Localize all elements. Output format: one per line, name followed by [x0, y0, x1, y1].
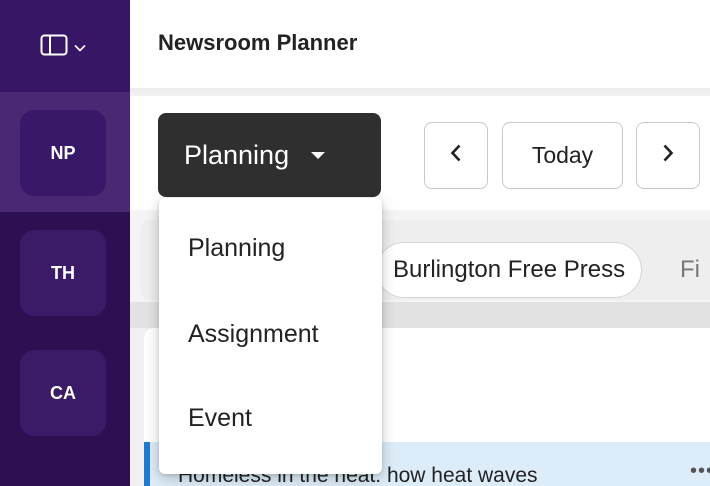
menu-item-assignment[interactable]: Assignment — [159, 292, 382, 376]
app-title: Newsroom Planner — [158, 30, 358, 55]
menu-item-label: Planning — [188, 233, 286, 262]
workspace-initials: TH — [51, 262, 75, 283]
workspace-tile-np[interactable]: NP — [20, 110, 106, 196]
workspace-tile-th[interactable]: TH — [20, 230, 106, 316]
app-window: NP TH CA Newsroom Planner Planning Today… — [0, 0, 710, 486]
next-button[interactable] — [636, 122, 700, 189]
more-horizontal-icon[interactable]: ••• — [690, 460, 710, 483]
menu-item-planning[interactable]: Planning — [159, 206, 382, 290]
workspace-rail: NP TH CA — [0, 0, 130, 486]
today-button[interactable]: Today — [502, 122, 623, 189]
caret-down-icon — [311, 151, 326, 159]
workspace-tile-ca[interactable]: CA — [20, 350, 106, 436]
menu-item-label: Event — [188, 403, 252, 432]
source-filter-chip[interactable]: Burlington Free Press — [376, 242, 643, 298]
app-header: Newsroom Planner — [130, 0, 710, 92]
chevron-right-icon — [662, 143, 674, 168]
planner-toolbar: Planning Today — [130, 96, 710, 210]
sidebar-toggle-button[interactable] — [40, 34, 86, 61]
chevron-left-icon — [450, 143, 462, 168]
workspace-initials: CA — [50, 382, 76, 403]
today-label: Today — [531, 142, 594, 168]
menu-item-label: Assignment — [188, 319, 319, 348]
chevron-down-icon — [74, 39, 86, 57]
menu-item-event[interactable]: Event — [159, 376, 382, 460]
type-selector-button[interactable]: Planning — [158, 113, 381, 197]
sidebar-panel-icon — [40, 34, 68, 61]
previous-button[interactable] — [424, 122, 488, 189]
filter-label: Fi — [680, 256, 700, 283]
workspace-initials: NP — [50, 142, 76, 163]
rail-header — [0, 0, 130, 92]
type-menu: Planning Assignment Event — [159, 198, 382, 474]
type-selector-label: Planning — [184, 139, 290, 170]
